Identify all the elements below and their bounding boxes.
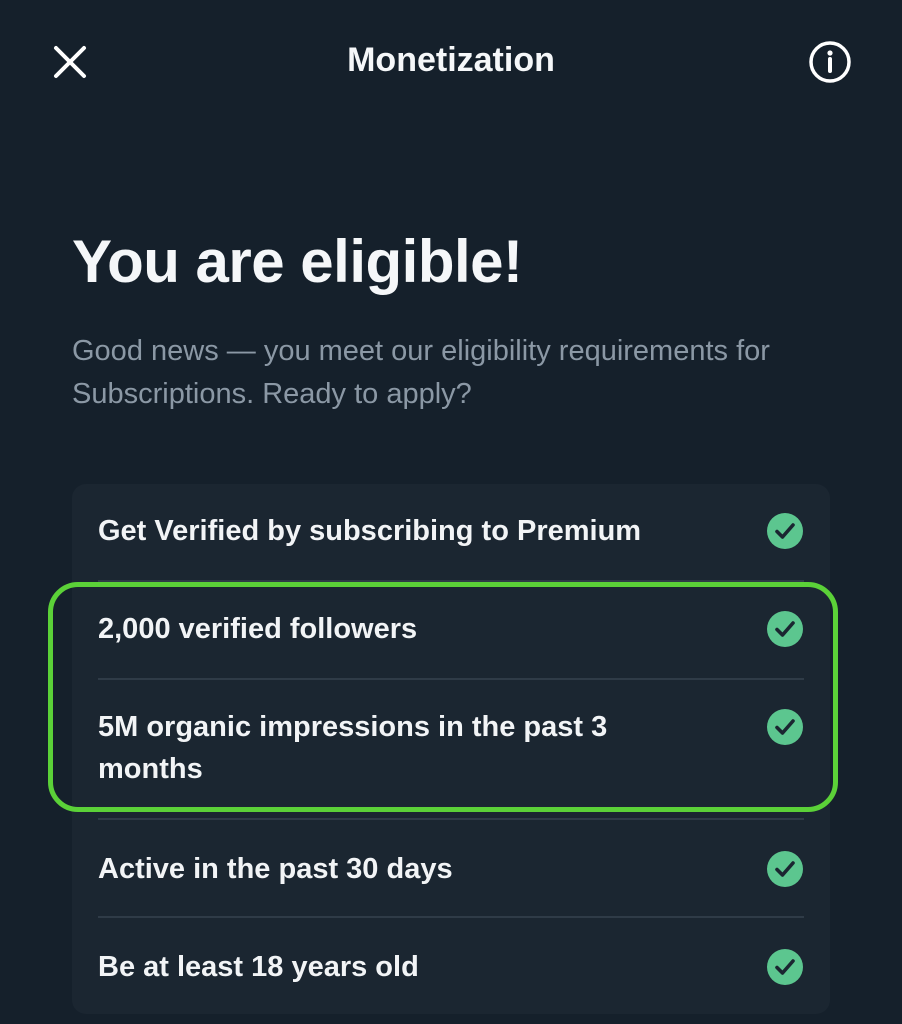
requirement-label: Be at least 18 years old [98, 951, 419, 983]
info-icon [809, 41, 851, 83]
check-icon [766, 610, 804, 648]
divider [98, 580, 804, 582]
top-bar: Monetization [0, 0, 902, 120]
requirement-label: Get Verified by subscribing to Premium [98, 515, 642, 547]
divider [98, 678, 804, 680]
requirements-card: Get Verified by subscribing to Premium 2… [72, 484, 830, 1014]
check-icon [766, 708, 804, 746]
eligibility-heading: You are eligible! [72, 228, 523, 295]
requirement-label: 2,000 verified followers [98, 613, 418, 645]
page-title: Monetization [347, 41, 555, 79]
check-icon [766, 948, 804, 986]
divider [98, 818, 804, 820]
eligibility-description: Good news — you meet our eligibility req… [72, 335, 770, 410]
check-icon [766, 850, 804, 888]
requirement-label: 5M organic impressions in the past 3 mon… [98, 711, 608, 785]
check-icon [766, 512, 804, 550]
divider [98, 916, 804, 918]
requirement-label: Active in the past 30 days [98, 853, 453, 885]
info-button[interactable] [806, 38, 854, 86]
